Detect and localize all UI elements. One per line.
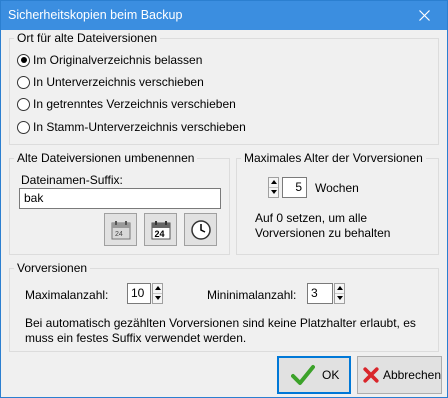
radio-option-subdirectory[interactable]: In Unterverzeichnis verschieben (17, 74, 204, 90)
time-suffix-button[interactable] (184, 213, 217, 246)
radio-button[interactable] (17, 120, 30, 134)
date24-suffix-button[interactable]: 24 (144, 213, 177, 246)
min-spin-up[interactable] (335, 284, 344, 294)
age-spinner[interactable] (268, 177, 279, 198)
cancel-button[interactable]: Abbrechen (357, 356, 442, 394)
max-count-spinner[interactable] (152, 283, 163, 304)
age-value-input[interactable]: 5 (282, 177, 307, 198)
min-count-spinner[interactable] (334, 283, 345, 304)
ok-button-label: OK (322, 368, 340, 382)
location-group-legend: Ort für alte Dateiversionen (17, 31, 158, 45)
chevron-up-icon (270, 180, 277, 185)
radio-option-separate-directory[interactable]: In getrenntes Verzeichnis verschieben (17, 96, 236, 112)
radio-button[interactable] (17, 97, 30, 111)
radio-label: In Unterverzeichnis verschieben (33, 75, 204, 89)
versions-group-legend: Vorversionen (17, 261, 88, 275)
title-bar[interactable]: Sicherheitskopien beim Backup (1, 1, 447, 30)
radio-button[interactable] (17, 75, 30, 89)
chevron-down-icon (270, 190, 277, 195)
date-suffix-button[interactable]: 24 (104, 213, 137, 246)
age-group-legend: Maximales Alter der Vorversionen (244, 151, 423, 165)
max-spin-up[interactable] (153, 284, 162, 294)
radio-label: Im Originalverzeichnis belassen (33, 53, 203, 67)
cancel-button-label: Abbrechen (382, 368, 441, 382)
radio-button[interactable] (17, 53, 30, 67)
calendar-24-icon: 24 (151, 220, 170, 239)
radio-label: In getrenntes Verzeichnis verschieben (33, 97, 236, 111)
close-icon (419, 10, 430, 21)
calendar-24-text: 24 (154, 229, 164, 239)
chevron-down-icon (336, 296, 343, 301)
radio-label: In Stamm-Unterverzeichnis verschieben (33, 120, 246, 134)
dialog-window: Sicherheitskopien beim Backup Ort für al… (0, 0, 448, 398)
age-unit-label: Wochen (315, 181, 359, 195)
age-spin-down[interactable] (269, 188, 278, 198)
min-count-input[interactable]: 3 (307, 283, 333, 304)
min-count-label: Mininimalanzahl: (207, 288, 297, 302)
chevron-up-icon (154, 286, 161, 291)
max-count-input[interactable]: 10 (127, 283, 151, 304)
window-title: Sicherheitskopien beim Backup (8, 8, 183, 22)
cancel-x-icon (363, 367, 379, 383)
max-count-label: Maximalanzahl: (25, 288, 109, 302)
versions-note: Bei automatisch gezählten Vorversionen s… (25, 316, 416, 345)
svg-text:24: 24 (115, 231, 123, 238)
age-hint: Auf 0 setzen, um alle Vorversionen zu be… (255, 211, 391, 240)
suffix-label: Dateinamen-Suffix: (21, 173, 123, 187)
radio-option-root-subdirectory[interactable]: In Stamm-Unterverzeichnis verschieben (17, 119, 246, 135)
clock-icon (190, 219, 211, 240)
close-button[interactable] (402, 1, 447, 30)
max-spin-down[interactable] (153, 294, 162, 304)
chevron-up-icon (336, 286, 343, 291)
calendar-icon: 24 (111, 220, 130, 239)
age-spin-up[interactable] (269, 178, 278, 188)
checkmark-icon (291, 365, 315, 385)
radio-option-original[interactable]: Im Originalverzeichnis belassen (17, 52, 202, 68)
min-spin-down[interactable] (335, 294, 344, 304)
ok-button[interactable]: OK (277, 356, 351, 394)
suffix-input[interactable]: bak (19, 188, 221, 209)
chevron-down-icon (154, 296, 161, 301)
rename-group-legend: Alte Dateiversionen umbenennen (17, 151, 195, 165)
